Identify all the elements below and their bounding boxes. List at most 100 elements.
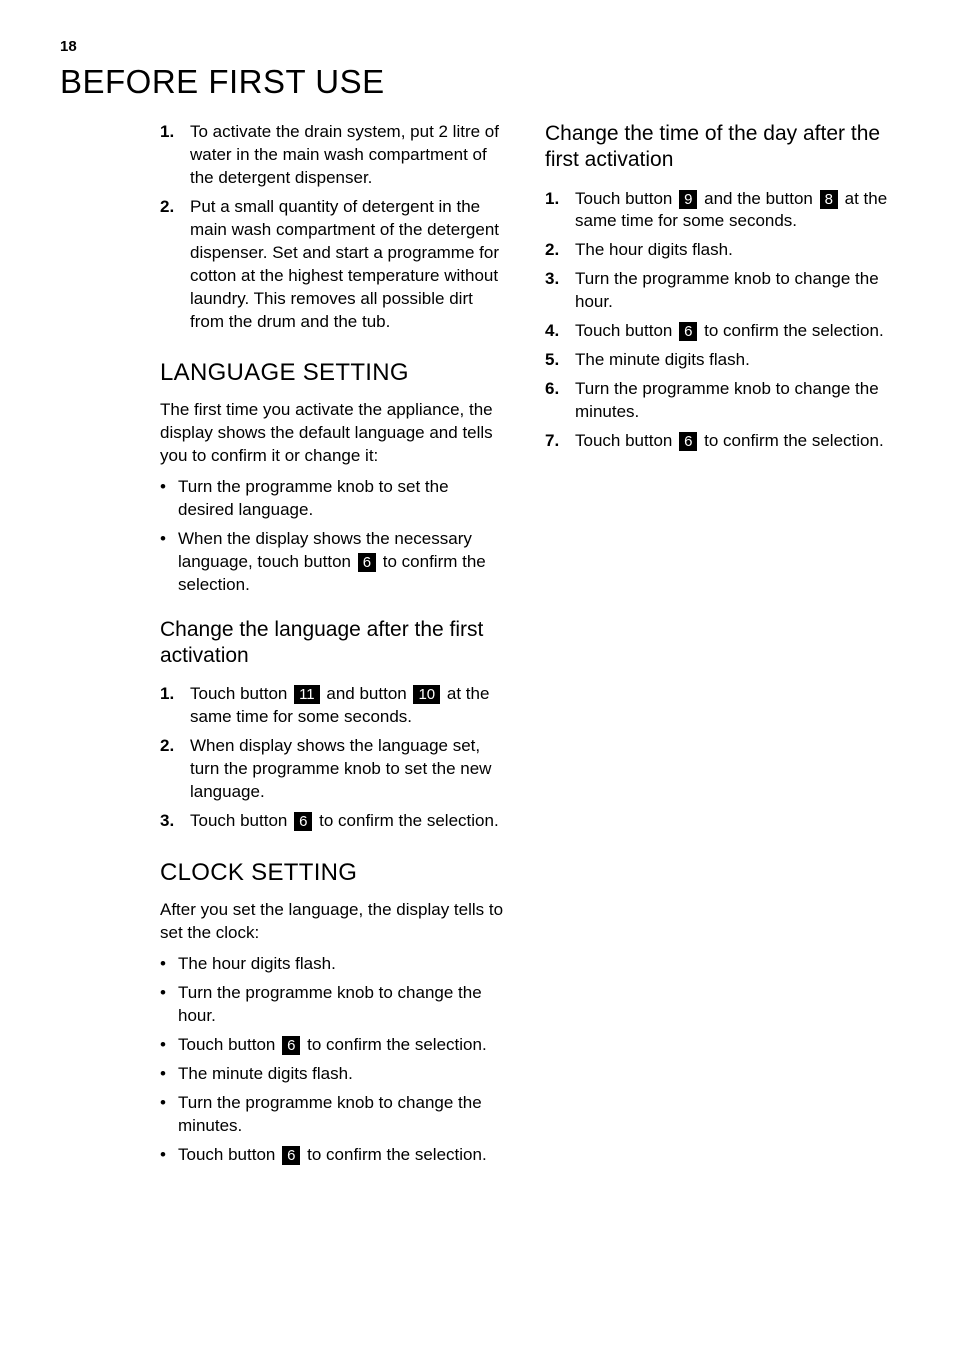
clock-setting-title: CLOCK SETTING [160,859,509,887]
text-fragment: Touch button [190,811,292,830]
list-item: 5. The minute digits flash. [545,349,894,372]
step-number: 2. [160,196,190,334]
text-fragment: Touch button [575,321,677,340]
button-ref-icon: 6 [282,1146,300,1165]
step-number: 2. [545,239,575,262]
step-number: 4. [545,320,575,343]
bullet-icon: • [160,476,178,522]
list-item: • Turn the programme knob to change the … [160,1092,509,1138]
text-fragment: Touch button [575,431,677,450]
page: 18 BEFORE FIRST USE 1. To activate the d… [0,0,954,1352]
text-fragment: to confirm the selection. [302,1145,486,1164]
main-title: BEFORE FIRST USE [60,63,894,101]
list-item: 1. To activate the drain system, put 2 l… [160,121,509,190]
button-ref-icon: 6 [294,812,312,831]
bullet-icon: • [160,1034,178,1057]
change-time-steps: 1. Touch button 9 and the button 8 at th… [545,188,894,453]
step-text: Touch button 11 and button 10 at the sam… [190,683,509,729]
button-ref-icon: 11 [294,685,320,704]
step-text: Turn the programme knob to change the ho… [575,268,894,314]
list-item: 7. Touch button 6 to confirm the selecti… [545,430,894,453]
list-item: 2. When display shows the language set, … [160,735,509,804]
list-item: • The hour digits flash. [160,953,509,976]
page-number: 18 [60,38,894,55]
button-ref-icon: 8 [820,190,838,209]
right-column: Change the time of the day after the fir… [545,121,894,1172]
bullet-text: The hour digits flash. [178,953,509,976]
step-text: The minute digits flash. [575,349,894,372]
content-columns: 1. To activate the drain system, put 2 l… [60,121,894,1172]
step-number: 3. [545,268,575,314]
text-fragment: Touch button [178,1145,280,1164]
bullet-icon: • [160,982,178,1028]
step-text: Turn the programme knob to change the mi… [575,378,894,424]
list-item: 3. Turn the programme knob to change the… [545,268,894,314]
step-text: Touch button 6 to confirm the selection. [190,810,509,833]
step-text: The hour digits flash. [575,239,894,262]
left-column: 1. To activate the drain system, put 2 l… [160,121,509,1172]
text-fragment: to confirm the selection. [314,811,498,830]
list-item: • The minute digits flash. [160,1063,509,1086]
step-text: Touch button 9 and the button 8 at the s… [575,188,894,234]
change-time-title: Change the time of the day after the fir… [545,121,894,174]
list-item: 1. Touch button 9 and the button 8 at th… [545,188,894,234]
language-setting-bullets: • Turn the programme knob to set the des… [160,476,509,597]
button-ref-icon: 6 [679,322,697,341]
step-number: 2. [160,735,190,804]
text-fragment: to confirm the selection. [699,321,883,340]
bullet-text: When the display shows the necessary lan… [178,528,509,597]
change-language-title: Change the language after the first acti… [160,617,509,670]
initial-steps-list: 1. To activate the drain system, put 2 l… [160,121,509,333]
list-item: • When the display shows the necessary l… [160,528,509,597]
bullet-text: Touch button 6 to confirm the selection. [178,1144,509,1167]
step-text: To activate the drain system, put 2 litr… [190,121,509,190]
bullet-text: Turn the programme knob to change the mi… [178,1092,509,1138]
step-text: Touch button 6 to confirm the selection. [575,320,894,343]
language-setting-intro: The first time you activate the applianc… [160,399,509,468]
step-number: 1. [160,683,190,729]
bullet-text: The minute digits flash. [178,1063,509,1086]
text-fragment: to confirm the selection. [699,431,883,450]
text-fragment: Touch button [190,684,292,703]
bullet-icon: • [160,1144,178,1167]
list-item: 3. Touch button 6 to confirm the selecti… [160,810,509,833]
list-item: 6. Turn the programme knob to change the… [545,378,894,424]
list-item: 1. Touch button 11 and button 10 at the … [160,683,509,729]
button-ref-icon: 10 [413,685,440,704]
list-item: 2. The hour digits flash. [545,239,894,262]
button-ref-icon: 6 [282,1036,300,1055]
bullet-icon: • [160,1092,178,1138]
button-ref-icon: 9 [679,190,697,209]
bullet-text: Touch button 6 to confirm the selection. [178,1034,509,1057]
list-item: 4. Touch button 6 to confirm the selecti… [545,320,894,343]
list-item: • Turn the programme knob to change the … [160,982,509,1028]
text-fragment: Touch button [178,1035,280,1054]
change-language-steps: 1. Touch button 11 and button 10 at the … [160,683,509,833]
step-text: Put a small quantity of detergent in the… [190,196,509,334]
text-fragment: and the button [699,189,817,208]
text-fragment: and button [322,684,412,703]
button-ref-icon: 6 [358,553,376,572]
language-setting-title: LANGUAGE SETTING [160,359,509,387]
step-number: 7. [545,430,575,453]
list-item: 2. Put a small quantity of detergent in … [160,196,509,334]
step-number: 3. [160,810,190,833]
text-fragment: Touch button [575,189,677,208]
step-number: 1. [160,121,190,190]
text-fragment: to confirm the selection. [302,1035,486,1054]
button-ref-icon: 6 [679,432,697,451]
bullet-icon: • [160,1063,178,1086]
bullet-text: Turn the programme knob to set the desir… [178,476,509,522]
step-number: 5. [545,349,575,372]
bullet-text: Turn the programme knob to change the ho… [178,982,509,1028]
list-item: • Touch button 6 to confirm the selectio… [160,1034,509,1057]
bullet-icon: • [160,528,178,597]
clock-setting-bullets: • The hour digits flash. • Turn the prog… [160,953,509,1167]
step-text: Touch button 6 to confirm the selection. [575,430,894,453]
bullet-icon: • [160,953,178,976]
step-number: 1. [545,188,575,234]
list-item: • Touch button 6 to confirm the selectio… [160,1144,509,1167]
step-text: When display shows the language set, tur… [190,735,509,804]
list-item: • Turn the programme knob to set the des… [160,476,509,522]
step-number: 6. [545,378,575,424]
